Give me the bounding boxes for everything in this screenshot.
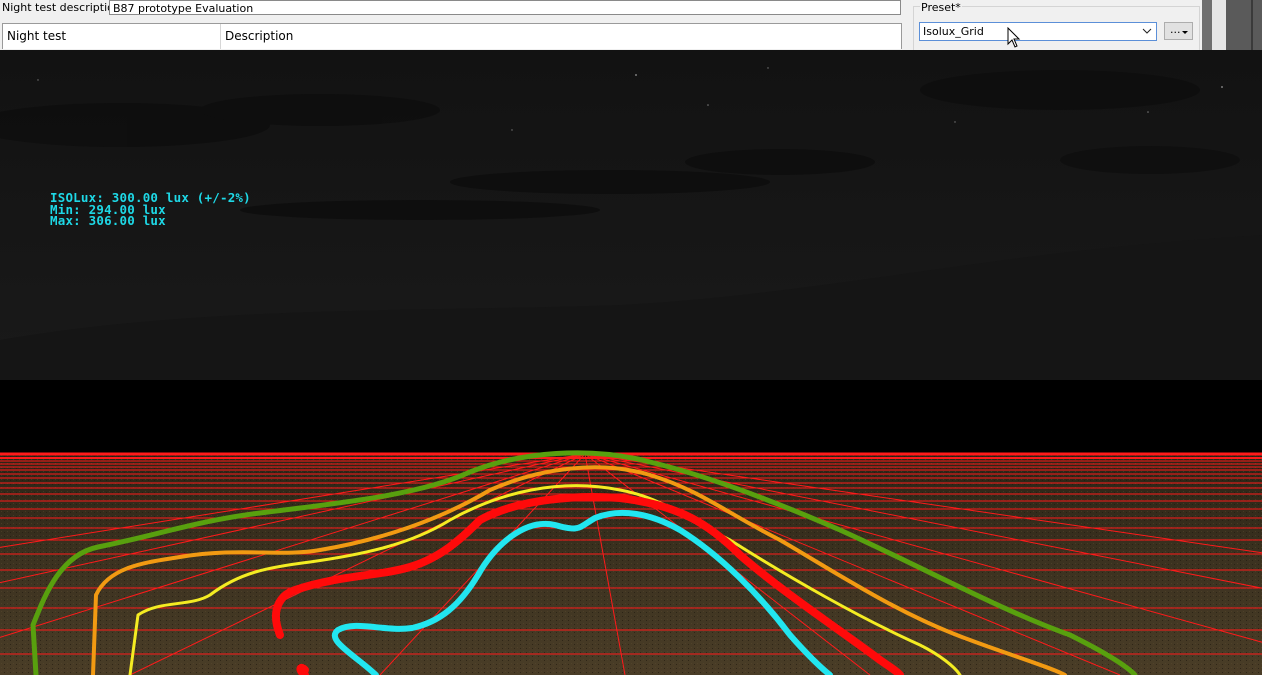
preset-selected-value: Isolux_Grid: [923, 25, 984, 38]
night-test-form: Night test description B87 prototype Eva…: [0, 0, 1262, 50]
isolux-max-label: Max: 306.00 lux: [50, 213, 166, 228]
isolux-scene: [0, 50, 1262, 675]
window-edge-line: [1251, 0, 1253, 50]
road-texture: [0, 453, 1262, 675]
horizon-band: [0, 380, 1262, 455]
caret-down-icon: [1182, 31, 1188, 34]
window-edge-strip: [1212, 0, 1226, 50]
cursor-arrow-icon: [1007, 27, 1021, 48]
column-header-description[interactable]: Description: [221, 24, 901, 49]
night-test-grid-header: Night test Description: [2, 23, 902, 49]
chevron-down-icon: [1142, 28, 1152, 34]
preset-label: Preset*: [920, 1, 962, 14]
night-test-description-input[interactable]: B87 prototype Evaluation: [109, 0, 901, 15]
isolux-3d-viewport[interactable]: ISOLux: 300.00 lux (+/-2%) Min: 294.00 l…: [0, 50, 1262, 675]
column-header-night-test[interactable]: Night test: [3, 24, 221, 49]
preset-dropdown[interactable]: Isolux_Grid: [919, 22, 1157, 41]
night-test-description-label: Night test description: [2, 1, 121, 14]
preset-more-label: ...: [1170, 23, 1181, 36]
isolux-readout: ISOLux: 300.00 lux (+/-2%) Min: 294.00 l…: [50, 192, 251, 227]
window-edge-dark: [1226, 0, 1262, 50]
preset-more-button[interactable]: ...: [1164, 22, 1193, 40]
preset-panel: Preset* Isolux_Grid ...: [910, 0, 1202, 50]
